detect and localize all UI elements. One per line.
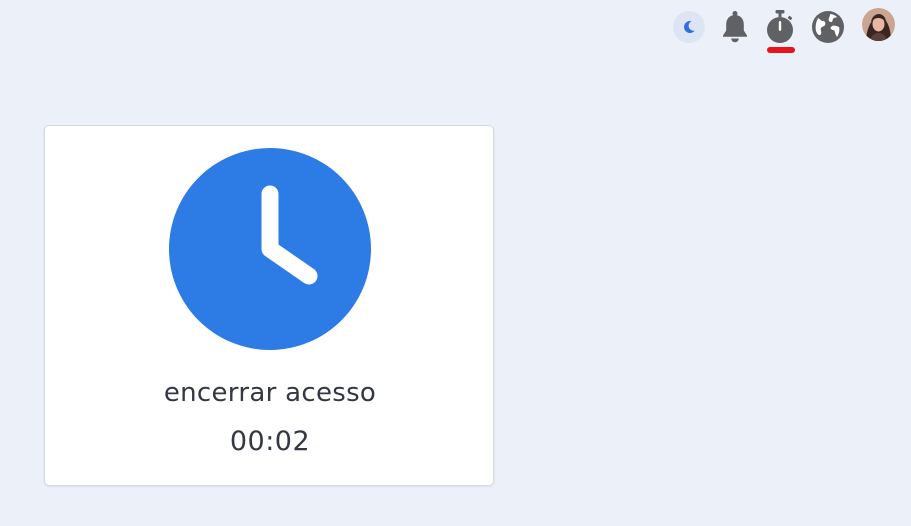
top-toolbar: [0, 0, 911, 56]
notifications-button[interactable]: [718, 9, 752, 45]
stopwatch-icon: [767, 10, 793, 43]
card-title: encerrar acesso: [163, 378, 377, 408]
avatar[interactable]: [862, 8, 895, 41]
theme-toggle-button[interactable]: [673, 11, 705, 43]
session-timer-card[interactable]: encerrar acesso 00:02: [44, 125, 494, 486]
active-tab-indicator: [767, 47, 795, 53]
bell-icon: [723, 11, 747, 43]
language-button[interactable]: [810, 9, 846, 45]
moon-icon: [683, 21, 695, 34]
elapsed-time: 00:02: [229, 426, 311, 457]
globe-icon: [812, 11, 844, 43]
clock-graphic: [169, 148, 371, 350]
timer-button[interactable]: [763, 8, 797, 46]
clock-icon: [169, 148, 371, 350]
profile-photo: [862, 8, 895, 41]
